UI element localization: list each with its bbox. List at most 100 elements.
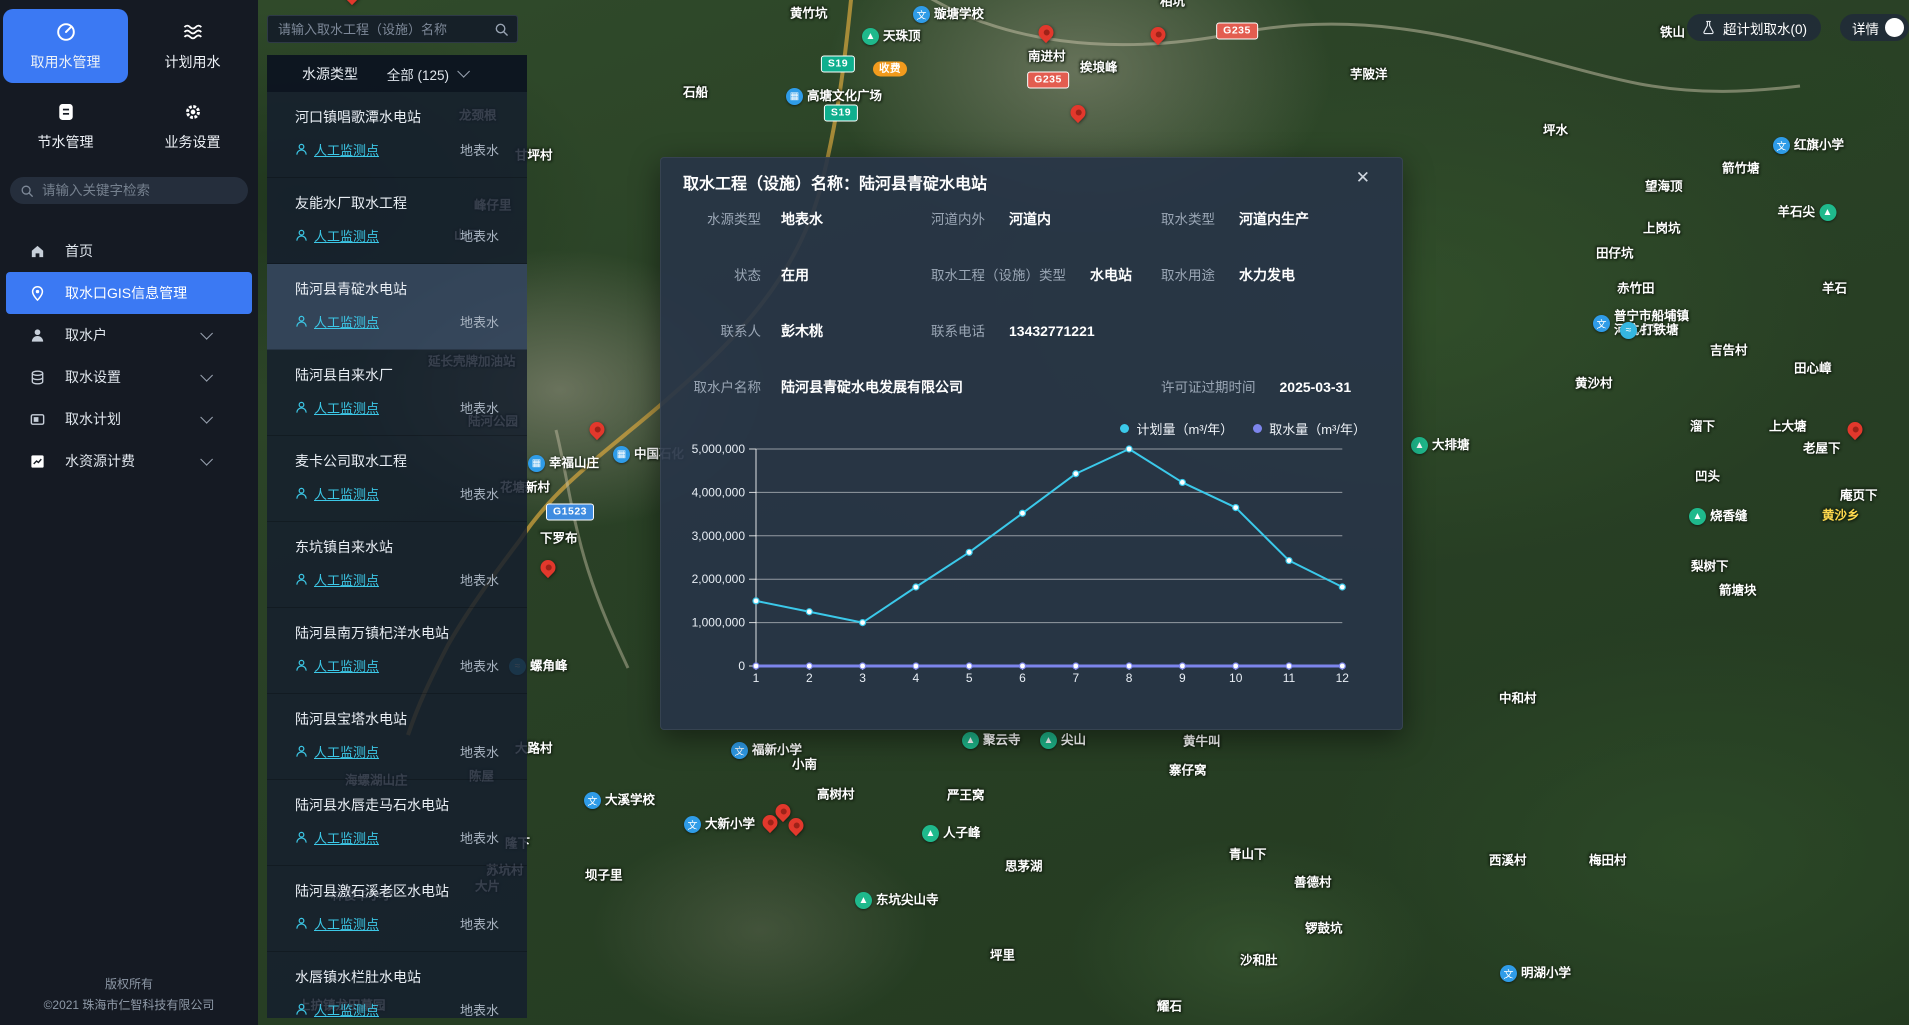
station-list-item[interactable]: 陆河县宝塔水电站人工监测点地表水 [267, 694, 527, 780]
manual-monitor-tag[interactable]: 人工监测点 [295, 1000, 379, 1018]
station-list-item[interactable]: 陆河县南万镇杞洋水电站人工监测点地表水 [267, 608, 527, 694]
sidebar-item-users[interactable]: 取水户 [6, 314, 252, 356]
manual-monitor-tag[interactable]: 人工监测点 [295, 312, 379, 331]
poi-label: 东坑尖山寺 [876, 893, 939, 907]
station-list-item[interactable]: 麦卡公司取水工程人工监测点地表水 [267, 436, 527, 522]
over-plan-badge[interactable]: 超计划取水(0) [1687, 14, 1821, 41]
manual-monitor-tag[interactable]: 人工监测点 [295, 570, 379, 589]
poi-label: 大排塘 [1432, 438, 1470, 452]
search-icon[interactable] [494, 22, 509, 37]
map-place-label: 中和村 [1499, 692, 1537, 707]
svg-text:4: 4 [913, 671, 920, 685]
water-type-label: 地表水 [460, 570, 499, 589]
detail-toggle-knob[interactable] [1885, 18, 1904, 37]
sidebar-search-input[interactable] [42, 183, 238, 198]
station-search [267, 15, 518, 43]
field-label: 取水工程（设施）类型 [931, 264, 1066, 284]
app-tile-label: 节水管理 [38, 132, 94, 152]
detail-field: 河道内外河道内 [931, 208, 1051, 229]
field-label: 河道内外 [931, 208, 985, 228]
manual-monitor-tag[interactable]: 人工监测点 [295, 140, 379, 159]
station-search-input[interactable] [278, 22, 494, 37]
manual-monitor-tag[interactable]: 人工监测点 [295, 484, 379, 503]
person-icon [295, 315, 308, 328]
station-list-item[interactable]: 友能水厂取水工程人工监测点地表水 [267, 178, 527, 264]
plan-vs-intake-chart[interactable]: 01,000,0002,000,0003,000,0004,000,0005,0… [676, 423, 1376, 713]
poi-icon: ≈ [1620, 322, 1637, 339]
poi-label: 明湖小学 [1521, 966, 1571, 980]
water-type-label: 地表水 [460, 484, 499, 503]
field-value: 地表水 [781, 209, 823, 229]
station-list-item[interactable]: 陆河县青碇水电站人工监测点地表水 [267, 264, 527, 350]
person-icon [295, 659, 308, 672]
poi-icon: ▲ [962, 732, 979, 749]
filter-label: 水源类型 [302, 64, 358, 84]
sidebar-item-label: 水资源计费 [65, 451, 135, 471]
map-place-label: 南进村 [1028, 50, 1066, 65]
station-list-item[interactable]: 东坑镇自来水站人工监测点地表水 [267, 522, 527, 608]
map-poi-marker: 文福新小学 [731, 742, 802, 759]
field-value: 水电站 [1090, 265, 1132, 285]
sidebar-item-label: 首页 [65, 241, 93, 261]
road-badge: G1523 [546, 504, 594, 521]
manual-monitor-tag[interactable]: 人工监测点 [295, 742, 379, 761]
station-name: 友能水厂取水工程 [295, 193, 499, 213]
poi-label: 大溪学校 [605, 793, 655, 807]
copyright-line1: 版权所有 [0, 974, 258, 994]
manual-monitor-tag[interactable]: 人工监测点 [295, 914, 379, 933]
pin-icon [29, 285, 46, 302]
detail-field: 联系电话13432771221 [931, 320, 1095, 340]
app-tile-gear[interactable]: 业务设置 [130, 95, 255, 157]
sidebar-item-home[interactable]: 首页 [6, 230, 252, 272]
map-place-label: 石船 [683, 86, 708, 101]
station-list-item[interactable]: 陆河县激石溪老区水电站人工监测点地表水 [267, 866, 527, 952]
app-tile-doc[interactable]: 节水管理 [3, 95, 128, 157]
field-value: 水力发电 [1239, 265, 1295, 285]
sidebar-item-settings[interactable]: 取水设置 [6, 356, 252, 398]
person-icon [295, 1003, 308, 1016]
station-list-item[interactable]: 水唇镇水栏肚水电站人工监测点地表水 [267, 952, 527, 1018]
map-place-label: 黄沙乡 [1822, 509, 1860, 524]
manual-monitor-tag[interactable]: 人工监测点 [295, 398, 379, 417]
app-tile-waves[interactable]: 计划用水 [130, 9, 255, 83]
field-value: 陆河县青碇水电发展有限公司 [781, 377, 963, 397]
station-list-item[interactable]: 陆河县自来水厂人工监测点地表水 [267, 350, 527, 436]
manual-monitor-tag[interactable]: 人工监测点 [295, 656, 379, 675]
svg-text:8: 8 [1126, 671, 1133, 685]
detail-field: 取水类型河道内生产 [1161, 208, 1309, 229]
waves-icon [182, 21, 204, 43]
sidebar-item-gis[interactable]: 取水口GIS信息管理 [6, 272, 252, 314]
sidebar-item-billing[interactable]: 水资源计费 [6, 440, 252, 482]
poi-label: 幸福山庄 [549, 456, 599, 470]
manual-monitor-tag[interactable]: 人工监测点 [295, 828, 379, 847]
station-detail-modal: 取水工程（设施）名称：陆河县青碇水电站 ✕ 水源类型地表水河道内外河道内取水类型… [660, 157, 1403, 730]
person-icon [295, 573, 308, 586]
water-type-label: 地表水 [460, 140, 499, 159]
close-icon[interactable]: ✕ [1356, 168, 1370, 188]
app-tile-grid: 取用水管理 计划用水节水管理 业务设置 [0, 0, 258, 157]
person-icon [295, 917, 308, 930]
detail-field: 取水用途水力发电 [1161, 264, 1295, 285]
water-type-label: 地表水 [460, 1000, 499, 1018]
detail-toggle[interactable]: 详情 [1840, 14, 1909, 41]
app-tile-label: 取用水管理 [31, 52, 101, 72]
sidebar-item-plan[interactable]: 取水计划 [6, 398, 252, 440]
poi-icon: 文 [913, 6, 930, 23]
app-tile-label: 业务设置 [165, 132, 221, 152]
poi-icon: 文 [1500, 965, 1517, 982]
station-list-item[interactable]: 陆河县水唇走马石水电站人工监测点地表水 [267, 780, 527, 866]
gear-icon [182, 101, 204, 123]
svg-text:3: 3 [859, 671, 866, 685]
field-label: 许可证过期时间 [1161, 376, 1256, 396]
water-source-filter[interactable]: 水源类型 全部 (125) [267, 55, 527, 92]
poi-label: 高塘文化广场 [807, 89, 882, 103]
app-tile-gauge[interactable]: 取用水管理 [3, 9, 128, 83]
map-place-label: 黄牛叫 [1183, 735, 1221, 750]
sidebar-item-label: 取水计划 [65, 409, 121, 429]
manual-monitor-tag[interactable]: 人工监测点 [295, 226, 379, 245]
copyright-line2: ©2021 珠海市仁智科技有限公司 [0, 995, 258, 1015]
poi-icon: ▦ [613, 446, 630, 463]
detail-field: 状态在用 [683, 264, 809, 285]
station-list-item[interactable]: 河口镇唱歌潭水电站人工监测点地表水 [267, 92, 527, 178]
map-place-label: 赤竹田 [1617, 282, 1655, 297]
